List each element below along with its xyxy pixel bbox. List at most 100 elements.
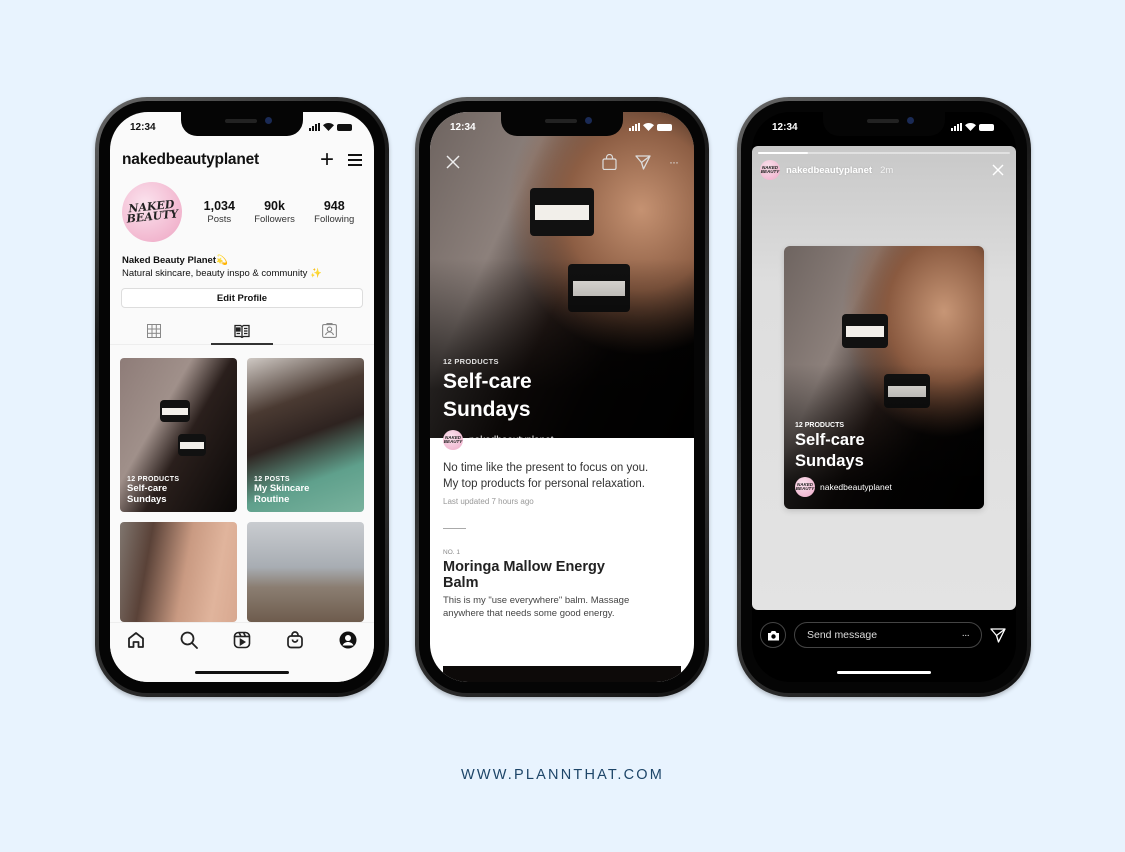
battery-icon: [337, 123, 352, 131]
story-frame[interactable]: NAKED BEAUTY nakedbeautyplanet 2m 12 PRO…: [752, 146, 1016, 610]
plus-icon[interactable]: +: [320, 148, 334, 172]
story-screen: 12:34 NAKED BEAUTY nakedbeautyplanet 2m: [752, 112, 1016, 682]
wifi-icon: [965, 123, 976, 131]
profile-username: nakedbeautyplanet: [122, 151, 260, 168]
story-time-ago: 2m: [880, 164, 894, 176]
status-time: 12:34: [772, 121, 798, 133]
profile-tabs: [110, 317, 374, 345]
guides-grid: 12 PRODUCTS Self-care Sundays 12 POSTS M…: [120, 358, 364, 622]
reels-icon: [233, 631, 251, 649]
author-username: nakedbeautyplanet: [469, 434, 554, 446]
shopping-bag-icon[interactable]: [602, 154, 617, 170]
product-description: This is my "use everywhere" balm. Massag…: [443, 595, 630, 619]
guide-card-self-care-sundays[interactable]: 12 PRODUCTS Self-care Sundays: [120, 358, 237, 512]
card-kicker: 12 PRODUCTS: [795, 422, 845, 429]
card-title-line-1: Self-care: [795, 431, 865, 449]
camera-button[interactable]: [760, 622, 786, 648]
story-header: NAKED BEAUTY nakedbeautyplanet 2m: [760, 160, 1004, 180]
tab-guides[interactable]: [198, 317, 285, 345]
profile-screen: 12:34 nakedbeautyplanet + NAKED BEAUTY 1…: [110, 112, 374, 682]
tab-grid[interactable]: [110, 317, 197, 344]
story-avatar: NAKED BEAUTY: [760, 160, 780, 180]
phone-story: 12:34 NAKED BEAUTY nakedbeautyplanet 2m: [737, 97, 1031, 697]
phone-profile: 12:34 nakedbeautyplanet + NAKED BEAUTY 1…: [95, 97, 389, 697]
guide-card-makeup-photo[interactable]: [120, 522, 237, 622]
phone-guide: 12:34 ··· 12 PRODUCTS Self-care Sundays …: [415, 97, 709, 697]
guide-title-line-2: Sundays: [443, 398, 531, 421]
search-icon: [180, 631, 199, 649]
grid-icon: [146, 323, 161, 338]
nav-profile[interactable]: [336, 631, 360, 655]
footer-url[interactable]: WWW.PLANNTHAT.COM: [0, 767, 1125, 783]
status-time: 12:34: [130, 121, 156, 133]
avatar[interactable]: NAKED BEAUTY: [119, 179, 185, 245]
status-time: 12:34: [450, 121, 476, 133]
edit-profile-button[interactable]: Edit Profile: [121, 288, 363, 308]
nav-home[interactable]: [124, 631, 148, 655]
tab-tagged[interactable]: [286, 317, 373, 344]
guide-topbar: ···: [446, 154, 679, 170]
profile-header: nakedbeautyplanet +: [122, 148, 362, 172]
bio-name: Naked Beauty Planet: [122, 255, 216, 266]
guide-author[interactable]: NAKED BEAUTY nakedbeautyplanet: [443, 430, 554, 450]
story-username: nakedbeautyplanet: [786, 164, 873, 176]
wifi-icon: [643, 123, 654, 131]
notch: [501, 112, 623, 136]
stat-followers[interactable]: 90k Followers: [254, 199, 295, 225]
story-user[interactable]: NAKED BEAUTY nakedbeautyplanet 2m: [760, 160, 893, 180]
guide-screen: 12:34 ··· 12 PRODUCTS Self-care Sundays …: [430, 112, 694, 682]
hamburger-menu-icon[interactable]: [348, 154, 362, 166]
bio-name-emoji: 💫: [215, 255, 228, 266]
story-reply-bar: Send message ···: [760, 622, 1006, 648]
item-number: NO. 1: [443, 549, 460, 556]
battery-icon: [979, 123, 994, 131]
close-icon[interactable]: [446, 155, 460, 169]
tagged-icon: [322, 323, 338, 338]
guide-card-city-photo[interactable]: [247, 522, 364, 622]
nav-reels[interactable]: [230, 631, 254, 655]
more-options-icon[interactable]: ···: [669, 155, 679, 169]
nav-search[interactable]: [177, 631, 201, 655]
send-icon[interactable]: [990, 627, 1006, 643]
story-progress-fill: [758, 152, 809, 154]
camera-icon: [767, 630, 779, 640]
guide-title-line-1: Self-care: [443, 370, 532, 393]
nav-shop[interactable]: [283, 631, 307, 655]
share-icon[interactable]: [635, 154, 651, 170]
guide-hero-text: 12 PRODUCTS Self-care Sundays NAKED BEAU…: [443, 357, 554, 450]
last-updated: Last updated 7 hours ago: [443, 497, 534, 506]
profile-icon: [339, 631, 357, 649]
product-image-preview[interactable]: [443, 666, 681, 682]
shop-icon: [286, 631, 303, 649]
stat-following[interactable]: 948 Following: [314, 199, 354, 225]
send-message-input[interactable]: Send message ···: [794, 622, 982, 648]
profile-bio: Naked Beauty Planet💫 Natural skincare, b…: [122, 254, 322, 280]
phone-bezel: 12:34 ··· 12 PRODUCTS Self-care Sundays …: [419, 101, 705, 693]
divider: [443, 528, 466, 529]
home-indicator: [837, 671, 931, 674]
close-icon[interactable]: [992, 164, 1004, 176]
card-author-username: nakedbeautyplanet: [820, 482, 892, 492]
product-title[interactable]: Moringa Mallow Energy Balm: [443, 559, 681, 591]
card-author: NAKED BEAUTY nakedbeautyplanet: [795, 477, 892, 497]
signal-icon: [309, 123, 320, 131]
shared-guide-card[interactable]: 12 PRODUCTS Self-care Sundays NAKED BEAU…: [784, 246, 984, 509]
home-icon: [128, 632, 145, 648]
phone-bezel: 12:34 nakedbeautyplanet + NAKED BEAUTY 1…: [99, 101, 385, 693]
guide-body: No time like the present to focus on you…: [430, 438, 694, 682]
guide-description: No time like the present to focus on you…: [443, 462, 649, 490]
stat-posts[interactable]: 1,034 Posts: [204, 199, 235, 225]
card-title-line-2: Sundays: [795, 452, 864, 470]
guides-icon: [234, 324, 250, 338]
author-avatar: NAKED BEAUTY: [443, 430, 463, 450]
profile-stats: 1,034 Posts 90k Followers 948 Following: [194, 199, 364, 225]
sparkles-emoji: ✨: [309, 268, 322, 279]
guide-card-skincare-routine[interactable]: 12 POSTS My Skincare Routine: [247, 358, 364, 512]
profile-summary: NAKED BEAUTY 1,034 Posts 90k Followers 9…: [119, 179, 364, 245]
send-message-placeholder: Send message: [807, 629, 878, 641]
more-options-icon[interactable]: ···: [962, 629, 970, 641]
card-author-avatar: NAKED BEAUTY: [795, 477, 815, 497]
home-indicator: [195, 671, 289, 674]
battery-icon: [657, 123, 672, 131]
signal-icon: [629, 123, 640, 131]
